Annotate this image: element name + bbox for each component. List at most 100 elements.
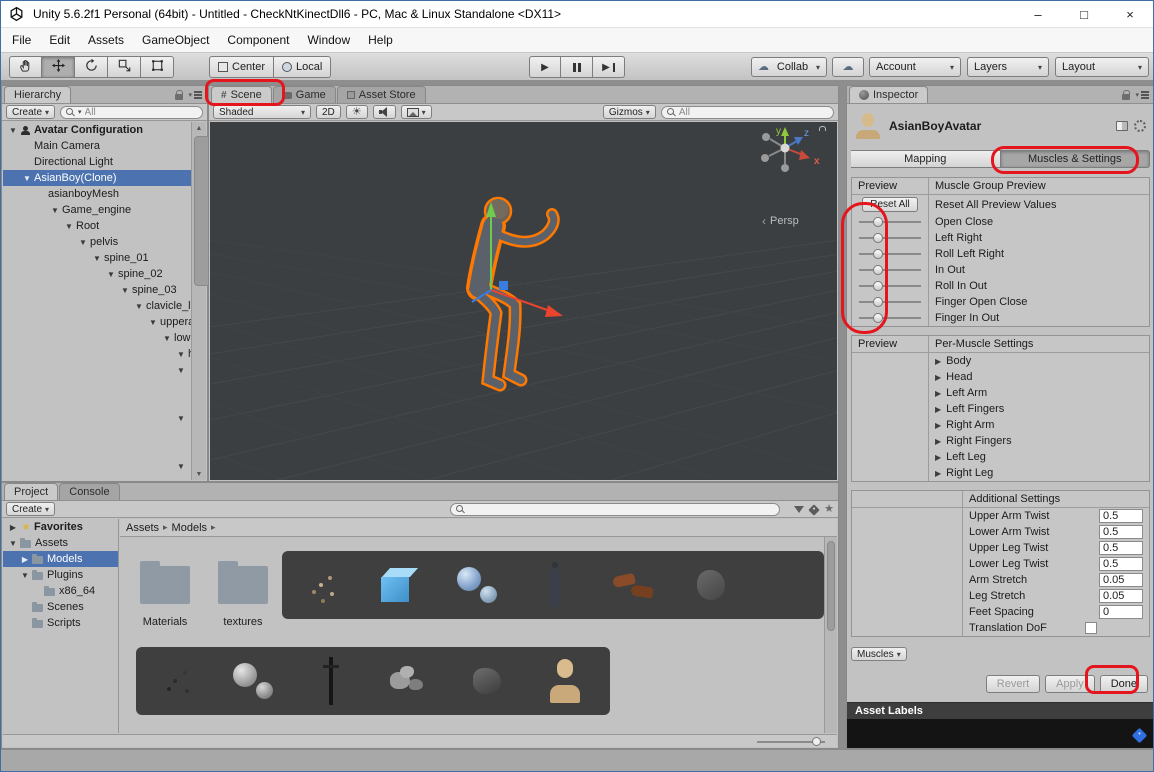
panel-menu-icon[interactable]: ▾	[1135, 91, 1149, 99]
hierarchy-item[interactable]	[3, 394, 191, 410]
hierarchy-item[interactable]: ▼	[3, 410, 191, 426]
create-dropdown-button[interactable]: Create▾	[6, 502, 55, 516]
setting-value-field[interactable]: 0.5	[1099, 557, 1143, 571]
muscle-preview-slider[interactable]	[859, 280, 921, 292]
asset-labels-header[interactable]: Asset Labels	[847, 702, 1154, 719]
scale-tool-button[interactable]	[108, 56, 141, 78]
project-search-input[interactable]	[468, 504, 774, 515]
hierarchy-item[interactable]: ▼ AsianBoy(Clone)	[3, 170, 191, 186]
rotate-tool-button[interactable]	[75, 56, 108, 78]
project-tree-item[interactable]: Scripts	[3, 615, 118, 631]
project-tree-item[interactable]: ▶ Favorites	[3, 519, 118, 535]
hierarchy-item[interactable]: ▼ spine_03	[3, 282, 191, 298]
foldout-arrow-icon[interactable]: ▼	[21, 174, 33, 183]
hierarchy-search[interactable]: ▾	[60, 106, 203, 119]
menu-item[interactable]: Help	[359, 28, 402, 53]
muscle-preview-slider[interactable]	[859, 216, 921, 228]
asset-item[interactable]: male_cas...	[292, 650, 370, 715]
account-button[interactable]: Account▾	[869, 57, 961, 77]
effects-dropdown-button[interactable]: ▾	[401, 105, 432, 119]
gear-icon[interactable]	[1134, 120, 1146, 132]
hierarchy-item[interactable]: Directional Light	[3, 154, 191, 170]
menu-item[interactable]: GameObject	[133, 28, 218, 53]
slider-handle[interactable]	[873, 281, 883, 291]
muscle-group-foldout[interactable]: ▶ Body	[928, 355, 1149, 367]
muscle-group-foldout[interactable]: ▶ Left Arm	[928, 387, 1149, 399]
asset-item[interactable]: shoes01...	[594, 554, 672, 619]
project-tree-item[interactable]: Scenes	[3, 599, 118, 615]
scene-search-input[interactable]	[679, 107, 828, 118]
muscle-group-foldout[interactable]: ▶ Right Arm	[928, 419, 1149, 431]
muscle-preview-slider[interactable]	[859, 232, 921, 244]
asset-item[interactable]: AsianBoy...	[526, 650, 604, 715]
reset-all-button[interactable]: Reset All	[862, 197, 917, 212]
hierarchy-item[interactable]	[3, 426, 191, 442]
hierarchy-item[interactable]: ▼	[3, 362, 191, 378]
favorites-star-icon[interactable]: ★	[824, 504, 834, 515]
view-tab[interactable]: Asset Store	[337, 86, 426, 103]
breadcrumb-item[interactable]: Models▸	[172, 522, 216, 534]
foldout-arrow-icon[interactable]: ▼	[91, 254, 103, 263]
hierarchy-item[interactable]: ▼ lower	[3, 330, 191, 346]
muscle-group-foldout[interactable]: ▶ Right Fingers	[928, 435, 1149, 447]
project-tree-item[interactable]: ▶ Models	[3, 551, 118, 567]
avatar-mode-tab[interactable]: Mapping	[851, 150, 1001, 168]
layout-button[interactable]: Layout▾	[1055, 57, 1149, 77]
2d-toggle-button[interactable]: 2D	[316, 105, 341, 119]
maximize-button[interactable]: □	[1061, 1, 1107, 28]
space-toggle-button[interactable]: Local	[274, 56, 331, 78]
play-button[interactable]: ▶	[529, 56, 561, 78]
hierarchy-item[interactable]: ▼ spine_02	[3, 266, 191, 282]
menu-item[interactable]: Component	[218, 28, 298, 53]
setting-value-field[interactable]: 0.5	[1099, 509, 1143, 523]
lock-icon[interactable]	[175, 94, 183, 100]
muscle-group-foldout[interactable]: ▶ Left Leg	[928, 451, 1149, 463]
asset-item[interactable]: asianboy...	[136, 650, 214, 715]
search-by-label-icon[interactable]	[808, 504, 819, 515]
bottom-tab[interactable]: Console	[59, 483, 119, 500]
foldout-arrow-icon[interactable]: ▼	[63, 222, 75, 231]
done-button[interactable]: Done	[1100, 675, 1148, 693]
layers-button[interactable]: Layers▾	[967, 57, 1049, 77]
setting-value-field[interactable]: 0.5	[1099, 541, 1143, 555]
asset-item[interactable]: high-poly...	[214, 650, 292, 715]
setting-checkbox[interactable]	[1085, 622, 1097, 634]
lighting-toggle-button[interactable]: ☀	[346, 105, 368, 119]
revert-button[interactable]: Revert	[986, 675, 1040, 693]
asset-item[interactable]: shoes01...	[370, 650, 448, 715]
hierarchy-item[interactable]: ▼ Root	[3, 218, 191, 234]
project-tree-item[interactable]: x86_64	[3, 583, 118, 599]
pause-button[interactable]	[561, 56, 593, 78]
hierarchy-item[interactable]: ▼	[3, 458, 191, 474]
rect-tool-button[interactable]	[141, 56, 174, 78]
asset-item[interactable]: ▶ Materials	[126, 551, 204, 628]
muscle-preview-slider[interactable]	[859, 296, 921, 308]
foldout-arrow-icon[interactable]: ▼	[161, 334, 173, 343]
asset-item[interactable]: high-poly...	[438, 554, 516, 619]
slider-handle[interactable]	[873, 249, 883, 259]
hierarchy-item[interactable]: ▼ Game_engine	[3, 202, 191, 218]
pivot-toggle-button[interactable]: Center	[209, 56, 274, 78]
tab-hierarchy[interactable]: Hierarchy	[4, 86, 71, 103]
slider-handle[interactable]	[873, 217, 883, 227]
tab-inspector[interactable]: Inspector	[849, 86, 928, 103]
minimize-button[interactable]: –	[1015, 1, 1061, 28]
asset-item[interactable]: short02M...	[448, 650, 526, 715]
slider-handle[interactable]	[873, 265, 883, 275]
muscle-group-foldout[interactable]: ▶ Head	[928, 371, 1149, 383]
foldout-arrow-icon[interactable]: ▼	[7, 126, 19, 135]
asset-item[interactable]: Game_eng...	[360, 554, 438, 619]
foldout-arrow-icon[interactable]: ▼	[133, 302, 145, 311]
menu-item[interactable]: File	[3, 28, 40, 53]
hierarchy-item[interactable]	[3, 442, 191, 458]
hierarchy-scrollbar[interactable]: ▲ ▼	[191, 122, 206, 480]
muscle-preview-slider[interactable]	[859, 264, 921, 276]
cloud-services-button[interactable]: ☁	[832, 57, 864, 77]
slider-handle[interactable]	[873, 233, 883, 243]
lock-icon[interactable]	[1122, 94, 1130, 100]
hierarchy-item[interactable]: ▼ ha	[3, 346, 191, 362]
hierarchy-item[interactable]: ▼ spine_01	[3, 250, 191, 266]
bottom-tab[interactable]: Project	[4, 483, 58, 500]
breadcrumb-item[interactable]: Assets▸	[126, 522, 168, 534]
menu-item[interactable]: Edit	[40, 28, 79, 53]
